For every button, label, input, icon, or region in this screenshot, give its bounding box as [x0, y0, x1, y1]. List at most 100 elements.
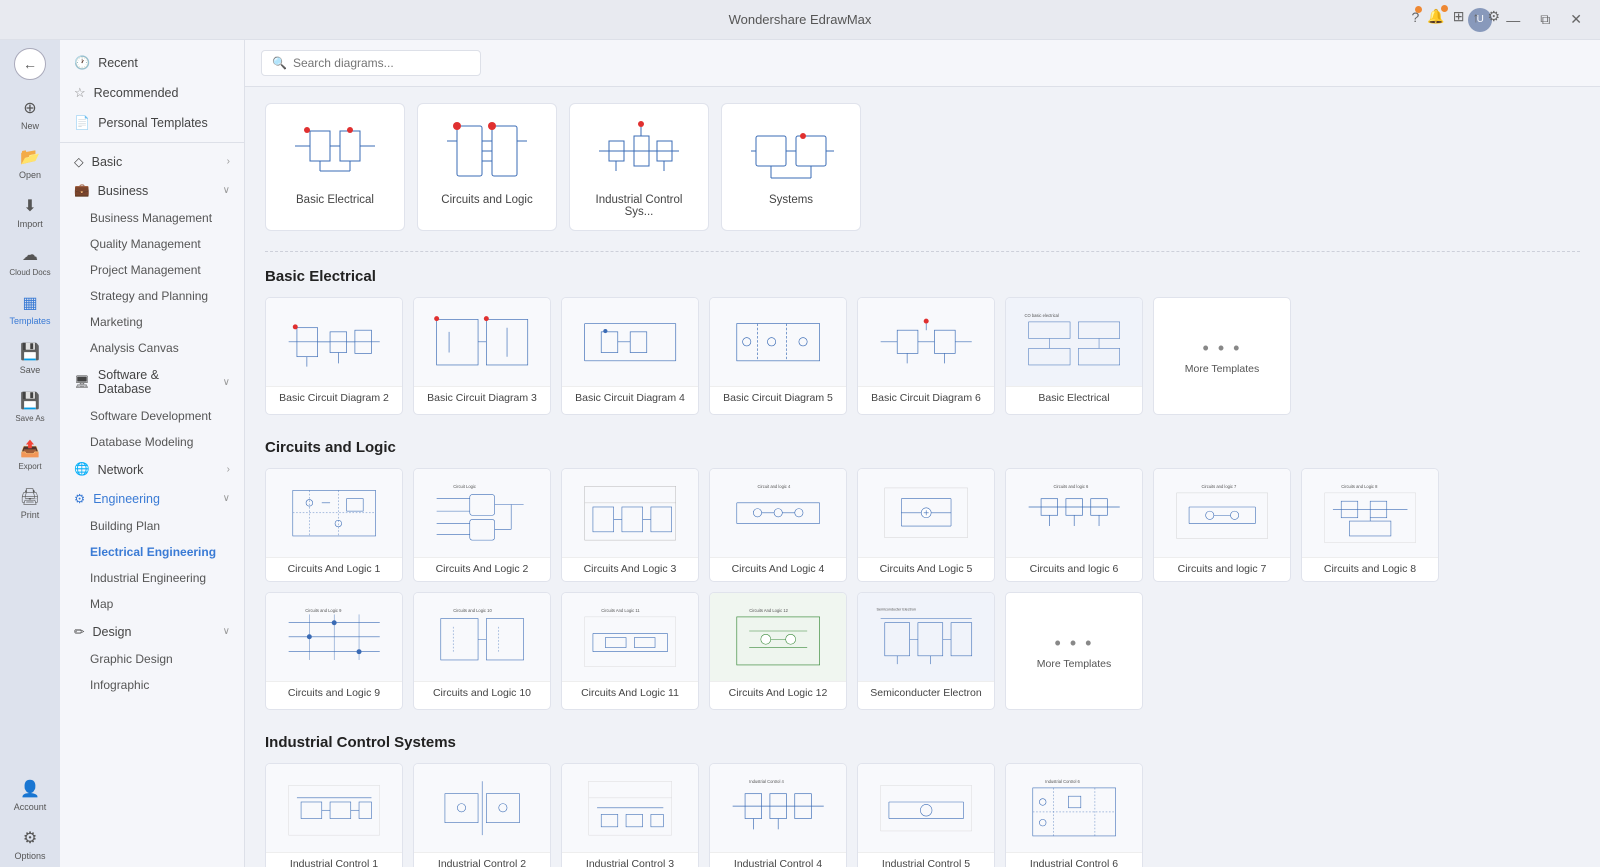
nav-recent[interactable]: 🕐 Recent — [60, 48, 244, 78]
nav-software-dev[interactable]: Software Development — [60, 403, 244, 429]
svg-text:Circuits and Logic 8: Circuits and Logic 8 — [1341, 484, 1378, 489]
category-row: Basic Electrical — [265, 103, 1580, 231]
template-card-bcd2[interactable]: Basic Circuit Diagram 2 — [265, 297, 403, 415]
template-card-ics2[interactable]: Industrial Control 2 — [413, 763, 551, 867]
template-card-cal5[interactable]: Circuits And Logic 5 — [857, 468, 995, 582]
sidebar-item-templates[interactable]: ▦ Templates — [0, 287, 60, 332]
sidebar-item-saveas[interactable]: 💾 Save As — [0, 385, 60, 429]
nav-business-group[interactable]: 💼 Business ∨ — [60, 176, 244, 205]
template-label-cal4: Circuits And Logic 4 — [710, 557, 846, 581]
maximize-button[interactable]: ⧉ — [1534, 9, 1556, 30]
back-button[interactable]: ← — [14, 48, 46, 80]
template-card-bcd4[interactable]: Basic Circuit Diagram 4 — [561, 297, 699, 415]
template-card-cal8[interactable]: Circuits and Logic 8 Circuits and Logic … — [1301, 468, 1439, 582]
nav-recommended[interactable]: ☆ Recommended — [60, 78, 244, 108]
nav-quality-management[interactable]: Quality Management — [60, 231, 244, 257]
template-card-ics3[interactable]: Industrial Control 3 — [561, 763, 699, 867]
software-chevron: ∨ — [223, 377, 230, 388]
template-label-cal9: Circuits and Logic 9 — [266, 681, 402, 705]
nav-strategy-planning[interactable]: Strategy and Planning — [60, 283, 244, 309]
template-card-cal12[interactable]: Circuits And Logic 12 Circuits And Logic… — [709, 592, 847, 710]
nav-engineering-group[interactable]: ⚙ Engineering ∨ — [60, 484, 244, 513]
template-card-ics5[interactable]: Industrial Control 5 — [857, 763, 995, 867]
sidebar-item-open[interactable]: 📂 Open — [0, 141, 60, 186]
template-card-ics6[interactable]: Industrial Control 6 Industrial Control … — [1005, 763, 1143, 867]
more-dots-icon: • • • — [1203, 338, 1242, 359]
close-button[interactable]: ✕ — [1564, 9, 1588, 30]
sidebar-item-account[interactable]: 👤 Account — [0, 773, 60, 818]
search-input[interactable] — [293, 56, 470, 70]
template-thumb-cal5 — [858, 469, 994, 557]
nav-infographic[interactable]: Infographic — [60, 672, 244, 698]
category-label-circuits-logic: Circuits and Logic — [441, 194, 532, 206]
template-card-be[interactable]: CO basic electrical Basic Electrical — [1005, 297, 1143, 415]
nav-industrial-engineering[interactable]: Industrial Engineering — [60, 565, 244, 591]
sidebar-item-import[interactable]: ⬇ Import — [0, 190, 60, 235]
template-card-cal11[interactable]: Circuits And Logic 11 Circuits And Logic — [561, 592, 699, 710]
nav-project-management[interactable]: Project Management — [60, 257, 244, 283]
template-thumb-cal3 — [562, 469, 698, 557]
template-grid-industrial: Industrial Control 1 Indu — [265, 763, 1580, 867]
svg-text:Industrial Control 6: Industrial Control 6 — [1045, 779, 1080, 784]
template-card-cal9[interactable]: Circuits and Logic 9 — [265, 592, 403, 710]
svg-text:Industrial Control 4: Industrial Control 4 — [749, 779, 784, 784]
more-templates-basic[interactable]: • • • More Templates — [1153, 297, 1291, 415]
search-box: 🔍 — [261, 50, 481, 76]
minimize-button[interactable]: — — [1500, 10, 1526, 30]
template-thumb-cal6: Circuits and logic 6 — [1006, 469, 1142, 557]
category-card-circuits-logic[interactable]: Circuits and Logic — [417, 103, 557, 231]
category-thumb-circuits-logic — [437, 116, 537, 186]
template-card-cal4[interactable]: Circuit and logic 4 — [709, 468, 847, 582]
category-card-basic-electrical[interactable]: Basic Electrical — [265, 103, 405, 231]
template-card-ics4[interactable]: Industrial Control 4 Industrial Control … — [709, 763, 847, 867]
sidebar-item-options[interactable]: ⚙ Options — [0, 822, 60, 867]
more-dots-circuits-icon: • • • — [1055, 633, 1094, 654]
template-card-cal3[interactable]: Circuits And Logic 3 — [561, 468, 699, 582]
nav-network-group[interactable]: 🌐 Network › — [60, 455, 244, 484]
svg-text:Circuits and logic 7: Circuits and logic 7 — [1201, 484, 1237, 489]
svg-text:Circuit Logic: Circuit Logic — [453, 484, 476, 489]
nav-business-management[interactable]: Business Management — [60, 205, 244, 231]
print-icon: 🖨 — [20, 487, 40, 507]
nav-electrical-engineering[interactable]: Electrical Engineering — [60, 539, 244, 565]
sidebar-item-print[interactable]: 🖨 Print — [0, 481, 60, 526]
nav-basic-group[interactable]: ◇ Basic › — [60, 147, 244, 176]
save-icon: 💾 — [20, 342, 40, 362]
category-card-industrial[interactable]: Industrial Control Sys... — [569, 103, 709, 231]
template-card-cal2[interactable]: Circuit Logic — [413, 468, 551, 582]
nav-analysis-canvas[interactable]: Analysis Canvas — [60, 335, 244, 361]
nav-map[interactable]: Map — [60, 591, 244, 617]
template-card-cal10[interactable]: Circuits and Logic 10 Circuits and Logic… — [413, 592, 551, 710]
more-templates-circuits-label: More Templates — [1037, 658, 1112, 670]
nav-building-plan[interactable]: Building Plan — [60, 513, 244, 539]
design-icon: ✏ — [74, 624, 84, 639]
category-thumb-basic-electrical — [285, 116, 385, 186]
template-card-bcd3[interactable]: Basic Circuit Diagram 3 — [413, 297, 551, 415]
template-card-cal7[interactable]: Circuits and logic 7 Cir — [1153, 468, 1291, 582]
more-templates-circuits[interactable]: • • • More Templates — [1005, 592, 1143, 710]
template-thumb-semi: Semiconducter Electron — [858, 593, 994, 681]
template-card-ics1[interactable]: Industrial Control 1 — [265, 763, 403, 867]
sidebar-item-cloud[interactable]: ☁ Cloud Docs — [0, 239, 60, 283]
category-card-systems[interactable]: Systems — [721, 103, 861, 231]
template-card-bcd5[interactable]: Basic Circuit Diagram 5 — [709, 297, 847, 415]
template-thumb-bcd5 — [710, 298, 846, 386]
personal-templates-icon: 📄 — [74, 115, 90, 131]
template-card-bcd6[interactable]: Basic Circuit Diagram 6 — [857, 297, 995, 415]
nav-graphic-design[interactable]: Graphic Design — [60, 646, 244, 672]
template-card-semi[interactable]: Semiconducter Electron S — [857, 592, 995, 710]
nav-marketing[interactable]: Marketing — [60, 309, 244, 335]
template-card-cal6[interactable]: Circuits and logic 6 Circuits and logic … — [1005, 468, 1143, 582]
svg-text:Circuit and logic 4: Circuit and logic 4 — [757, 484, 790, 489]
business-icon: 💼 — [74, 183, 90, 198]
nav-personal-templates[interactable]: 📄 Personal Templates — [60, 108, 244, 138]
sidebar-item-new[interactable]: ⊕ New — [0, 92, 60, 137]
nav-software-group[interactable]: 🖥 Software & Database ∨ — [60, 361, 244, 403]
nav-design-group[interactable]: ✏ Design ∨ — [60, 617, 244, 646]
sidebar-item-export[interactable]: 📤 Export — [0, 433, 60, 477]
sidebar-item-save[interactable]: 💾 Save — [0, 336, 60, 381]
template-thumb-cal12: Circuits And Logic 12 — [710, 593, 846, 681]
template-card-cal1[interactable]: Circuits And Logic 1 — [265, 468, 403, 582]
business-chevron: ∨ — [223, 185, 230, 196]
nav-database-modeling[interactable]: Database Modeling — [60, 429, 244, 455]
